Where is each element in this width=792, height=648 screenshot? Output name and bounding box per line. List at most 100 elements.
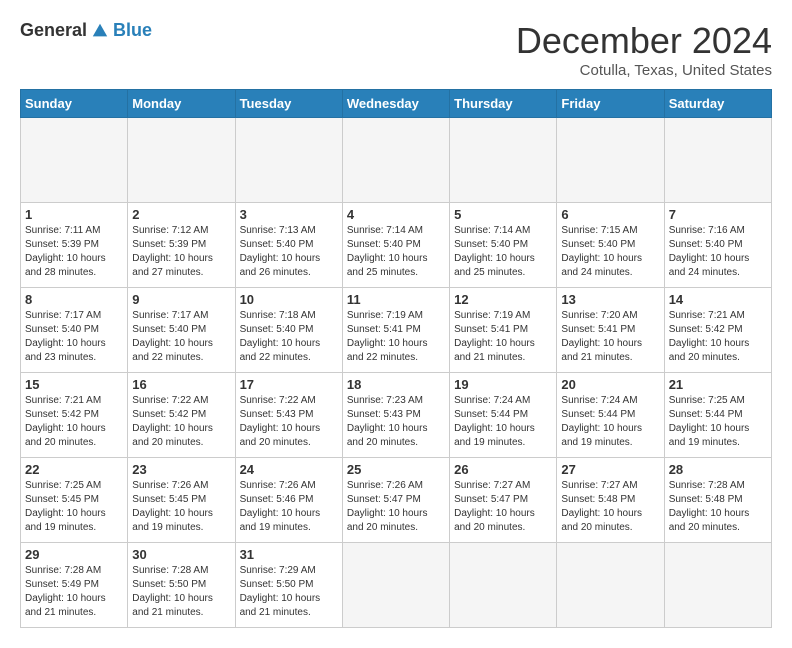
- day-number: 23: [132, 462, 230, 477]
- day-number: 2: [132, 207, 230, 222]
- calendar-cell: [450, 118, 557, 203]
- day-number: 12: [454, 292, 552, 307]
- cell-text: Sunrise: 7:22 AM Sunset: 5:42 PM Dayligh…: [132, 394, 230, 450]
- calendar-cell: 13 Sunrise: 7:20 AM Sunset: 5:41 PM Dayli…: [557, 288, 664, 373]
- calendar-cell: 3Sunrise: 7:13 AM Sunset: 5:40 PM Daylig…: [235, 203, 342, 288]
- day-number: 25: [347, 462, 445, 477]
- cell-text: Sunrise: 7:27 AM Sunset: 5:48 PM Dayligh…: [561, 479, 659, 535]
- cell-text: Sunrise: 7:27 AM Sunset: 5:47 PM Dayligh…: [454, 479, 552, 535]
- cell-text: Sunrise: 7:15 AM Sunset: 5:40 PM Dayligh…: [561, 224, 659, 280]
- calendar-week-4: 22Sunrise: 7:25 AM Sunset: 5:45 PM Dayli…: [21, 458, 772, 543]
- calendar-header-row: SundayMondayTuesdayWednesdayThursdayFrid…: [21, 90, 772, 118]
- calendar-cell: 26 Sunrise: 7:27 AM Sunset: 5:47 PM Dayli…: [450, 458, 557, 543]
- calendar-cell: 28Sunrise: 7:28 AM Sunset: 5:48 PM Dayli…: [664, 458, 771, 543]
- calendar-cell: 11 Sunrise: 7:19 AM Sunset: 5:41 PM Dayli…: [342, 288, 449, 373]
- calendar-header-thursday: Thursday: [450, 90, 557, 118]
- cell-text: Sunrise: 7:17 AM Sunset: 5:40 PM Dayligh…: [25, 309, 123, 365]
- calendar-week-1: 1Sunrise: 7:11 AM Sunset: 5:39 PM Daylig…: [21, 203, 772, 288]
- calendar-cell: 14Sunrise: 7:21 AM Sunset: 5:42 PM Dayli…: [664, 288, 771, 373]
- day-number: 11: [347, 292, 445, 307]
- calendar-header-wednesday: Wednesday: [342, 90, 449, 118]
- day-number: 4: [347, 207, 445, 222]
- cell-text: Sunrise: 7:19 AM Sunset: 5:41 PM Dayligh…: [454, 309, 552, 365]
- calendar-cell: 19Sunrise: 7:24 AM Sunset: 5:44 PM Dayli…: [450, 373, 557, 458]
- cell-text: Sunrise: 7:22 AM Sunset: 5:43 PM Dayligh…: [240, 394, 338, 450]
- calendar-cell: 16 Sunrise: 7:22 AM Sunset: 5:42 PM Dayli…: [128, 373, 235, 458]
- cell-text: Sunrise: 7:11 AM Sunset: 5:39 PM Dayligh…: [25, 224, 123, 280]
- logo: General Blue: [20, 20, 152, 41]
- day-number: 29: [25, 547, 123, 562]
- day-number: 27: [561, 462, 659, 477]
- calendar-cell: 15Sunrise: 7:21 AM Sunset: 5:42 PM Dayli…: [21, 373, 128, 458]
- cell-text: Sunrise: 7:21 AM Sunset: 5:42 PM Dayligh…: [25, 394, 123, 450]
- calendar-cell: 29Sunrise: 7:28 AM Sunset: 5:49 PM Dayli…: [21, 543, 128, 628]
- calendar-cell: 8 Sunrise: 7:17 AM Sunset: 5:40 PM Daylig…: [21, 288, 128, 373]
- calendar-cell: [235, 118, 342, 203]
- cell-text: Sunrise: 7:26 AM Sunset: 5:46 PM Dayligh…: [240, 479, 338, 535]
- cell-text: Sunrise: 7:26 AM Sunset: 5:47 PM Dayligh…: [347, 479, 445, 535]
- cell-text: Sunrise: 7:13 AM Sunset: 5:40 PM Dayligh…: [240, 224, 338, 280]
- cell-text: Sunrise: 7:25 AM Sunset: 5:44 PM Dayligh…: [669, 394, 767, 450]
- day-number: 16: [132, 377, 230, 392]
- logo-blue: Blue: [113, 20, 152, 41]
- calendar-cell: [128, 118, 235, 203]
- day-number: 18: [347, 377, 445, 392]
- calendar-cell: 25 Sunrise: 7:26 AM Sunset: 5:47 PM Dayli…: [342, 458, 449, 543]
- cell-text: Sunrise: 7:20 AM Sunset: 5:41 PM Dayligh…: [561, 309, 659, 365]
- cell-text: Sunrise: 7:12 AM Sunset: 5:39 PM Dayligh…: [132, 224, 230, 280]
- calendar-cell: 18 Sunrise: 7:23 AM Sunset: 5:43 PM Dayli…: [342, 373, 449, 458]
- logo-general: General: [20, 20, 87, 41]
- calendar-cell: 4 Sunrise: 7:14 AM Sunset: 5:40 PM Daylig…: [342, 203, 449, 288]
- calendar-header-saturday: Saturday: [664, 90, 771, 118]
- day-number: 19: [454, 377, 552, 392]
- calendar-cell: 27 Sunrise: 7:27 AM Sunset: 5:48 PM Dayli…: [557, 458, 664, 543]
- calendar-cell: 17 Sunrise: 7:22 AM Sunset: 5:43 PM Dayli…: [235, 373, 342, 458]
- calendar-week-2: 8 Sunrise: 7:17 AM Sunset: 5:40 PM Daylig…: [21, 288, 772, 373]
- calendar-cell: 21 Sunrise: 7:25 AM Sunset: 5:44 PM Dayli…: [664, 373, 771, 458]
- calendar-cell: 7Sunrise: 7:16 AM Sunset: 5:40 PM Daylig…: [664, 203, 771, 288]
- cell-text: Sunrise: 7:14 AM Sunset: 5:40 PM Dayligh…: [347, 224, 445, 280]
- calendar-cell: 31Sunrise: 7:29 AM Sunset: 5:50 PM Dayli…: [235, 543, 342, 628]
- day-number: 20: [561, 377, 659, 392]
- cell-text: Sunrise: 7:18 AM Sunset: 5:40 PM Dayligh…: [240, 309, 338, 365]
- location: Cotulla, Texas, United States: [516, 62, 772, 79]
- calendar-cell: 6Sunrise: 7:15 AM Sunset: 5:40 PM Daylig…: [557, 203, 664, 288]
- calendar-cell: [557, 543, 664, 628]
- day-number: 31: [240, 547, 338, 562]
- calendar-cell: 20 Sunrise: 7:24 AM Sunset: 5:44 PM Dayli…: [557, 373, 664, 458]
- day-number: 28: [669, 462, 767, 477]
- calendar-cell: [664, 543, 771, 628]
- day-number: 9: [132, 292, 230, 307]
- header: General Blue December 2024 Cotulla, Texa…: [20, 20, 772, 79]
- calendar-cell: 12 Sunrise: 7:19 AM Sunset: 5:41 PM Dayli…: [450, 288, 557, 373]
- day-number: 22: [25, 462, 123, 477]
- cell-text: Sunrise: 7:24 AM Sunset: 5:44 PM Dayligh…: [561, 394, 659, 450]
- title-area: December 2024 Cotulla, Texas, United Sta…: [516, 20, 772, 79]
- calendar-cell: [450, 543, 557, 628]
- cell-text: Sunrise: 7:17 AM Sunset: 5:40 PM Dayligh…: [132, 309, 230, 365]
- day-number: 21: [669, 377, 767, 392]
- cell-text: Sunrise: 7:19 AM Sunset: 5:41 PM Dayligh…: [347, 309, 445, 365]
- calendar-cell: [342, 118, 449, 203]
- cell-text: Sunrise: 7:26 AM Sunset: 5:45 PM Dayligh…: [132, 479, 230, 535]
- cell-text: Sunrise: 7:23 AM Sunset: 5:43 PM Dayligh…: [347, 394, 445, 450]
- calendar-header-friday: Friday: [557, 90, 664, 118]
- cell-text: Sunrise: 7:16 AM Sunset: 5:40 PM Dayligh…: [669, 224, 767, 280]
- day-number: 17: [240, 377, 338, 392]
- calendar-cell: [342, 543, 449, 628]
- calendar-cell: [21, 118, 128, 203]
- day-number: 13: [561, 292, 659, 307]
- day-number: 8: [25, 292, 123, 307]
- calendar-cell: 5Sunrise: 7:14 AM Sunset: 5:40 PM Daylig…: [450, 203, 557, 288]
- day-number: 10: [240, 292, 338, 307]
- calendar-cell: 1Sunrise: 7:11 AM Sunset: 5:39 PM Daylig…: [21, 203, 128, 288]
- calendar: SundayMondayTuesdayWednesdayThursdayFrid…: [20, 89, 772, 628]
- calendar-cell: [557, 118, 664, 203]
- day-number: 26: [454, 462, 552, 477]
- day-number: 24: [240, 462, 338, 477]
- calendar-cell: 23 Sunrise: 7:26 AM Sunset: 5:45 PM Dayli…: [128, 458, 235, 543]
- calendar-cell: 2 Sunrise: 7:12 AM Sunset: 5:39 PM Daylig…: [128, 203, 235, 288]
- calendar-week-5: 29Sunrise: 7:28 AM Sunset: 5:49 PM Dayli…: [21, 543, 772, 628]
- logo-icon: [91, 22, 109, 40]
- calendar-week-3: 15Sunrise: 7:21 AM Sunset: 5:42 PM Dayli…: [21, 373, 772, 458]
